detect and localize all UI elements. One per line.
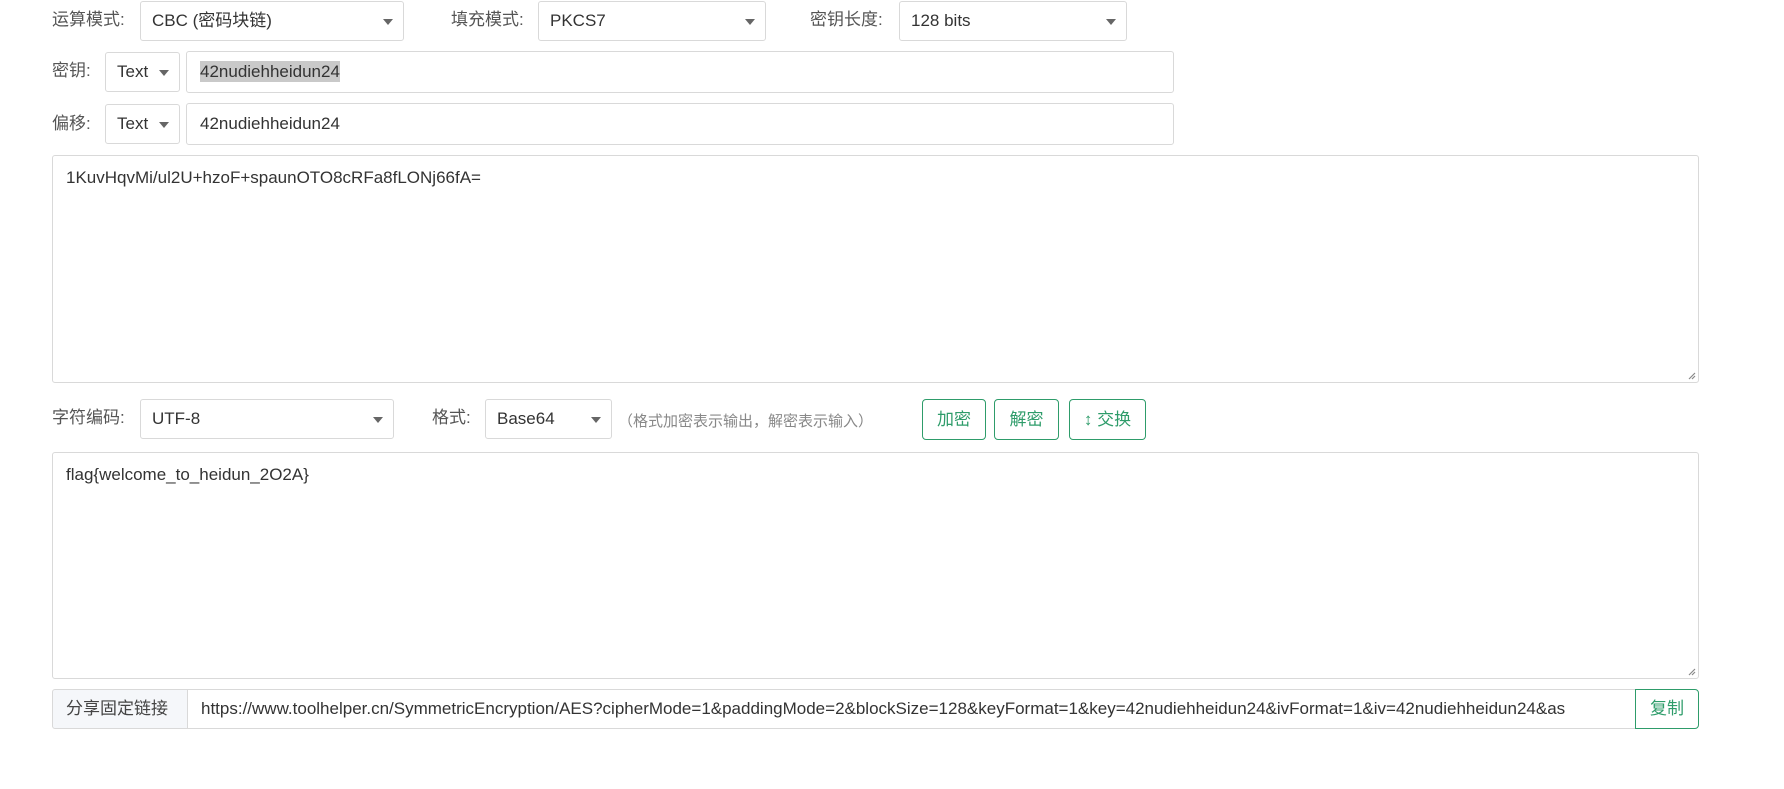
key-input[interactable]: 42nudiehheidun24 — [186, 51, 1174, 93]
copy-button[interactable]: 复制 — [1635, 689, 1699, 729]
iv-format-value: Text — [117, 114, 149, 133]
mode-select[interactable]: CBC (密码块链) — [140, 1, 404, 41]
share-link-input[interactable]: https://www.toolhelper.cn/SymmetricEncry… — [188, 689, 1636, 729]
resize-handle-icon[interactable] — [1686, 666, 1696, 676]
iv-input[interactable]: 42nudiehheidun24 — [186, 103, 1174, 145]
output-textarea[interactable]: flag{welcome_to_heidun_2O2A} — [52, 452, 1699, 679]
key-format-value: Text — [117, 62, 149, 81]
decrypt-button[interactable]: 解密 — [994, 399, 1059, 440]
keylen-select[interactable]: 128 bits — [899, 1, 1127, 41]
keylen-label: 密钥长度: — [810, 10, 883, 29]
input-text: 1KuvHqvMi/ul2U+hzoF+spaunOTO8cRFa8fLONj6… — [66, 168, 481, 187]
mode-value: CBC (密码块链) — [152, 11, 272, 30]
format-hint: （格式加密表示输出，解密表示输入） — [618, 413, 874, 430]
swap-button[interactable]: ↕ 交换 — [1069, 399, 1146, 440]
format-label: 格式: — [432, 408, 471, 427]
input-textarea[interactable]: 1KuvHqvMi/ul2U+hzoF+spaunOTO8cRFa8fLONj6… — [52, 155, 1699, 383]
iv-format-select[interactable]: Text — [105, 104, 180, 144]
encrypt-button[interactable]: 加密 — [922, 399, 986, 440]
key-format-select[interactable]: Text — [105, 52, 180, 92]
chevron-down-icon — [159, 122, 169, 128]
chevron-down-icon — [373, 417, 383, 423]
padding-value: PKCS7 — [550, 11, 606, 30]
resize-handle-icon[interactable] — [1686, 370, 1696, 380]
iv-value: 42nudiehheidun24 — [200, 114, 340, 133]
chevron-down-icon — [159, 70, 169, 76]
mode-label: 运算模式: — [52, 10, 125, 29]
charset-select[interactable]: UTF-8 — [140, 399, 394, 439]
padding-select[interactable]: PKCS7 — [538, 1, 766, 41]
charset-label: 字符编码: — [52, 408, 125, 427]
share-link-label: 分享固定链接 — [52, 689, 188, 729]
key-label: 密钥: — [52, 61, 91, 80]
output-text: flag{welcome_to_heidun_2O2A} — [66, 465, 309, 484]
padding-label: 填充模式: — [451, 10, 524, 29]
share-link-url: https://www.toolhelper.cn/SymmetricEncry… — [201, 699, 1566, 718]
keylen-value: 128 bits — [911, 11, 971, 30]
chevron-down-icon — [1106, 19, 1116, 25]
chevron-down-icon — [383, 19, 393, 25]
chevron-down-icon — [591, 417, 601, 423]
iv-label: 偏移: — [52, 114, 91, 133]
chevron-down-icon — [745, 19, 755, 25]
format-select[interactable]: Base64 — [485, 399, 612, 439]
format-value: Base64 — [497, 409, 555, 428]
charset-value: UTF-8 — [152, 409, 201, 428]
key-value: 42nudiehheidun24 — [200, 61, 340, 82]
